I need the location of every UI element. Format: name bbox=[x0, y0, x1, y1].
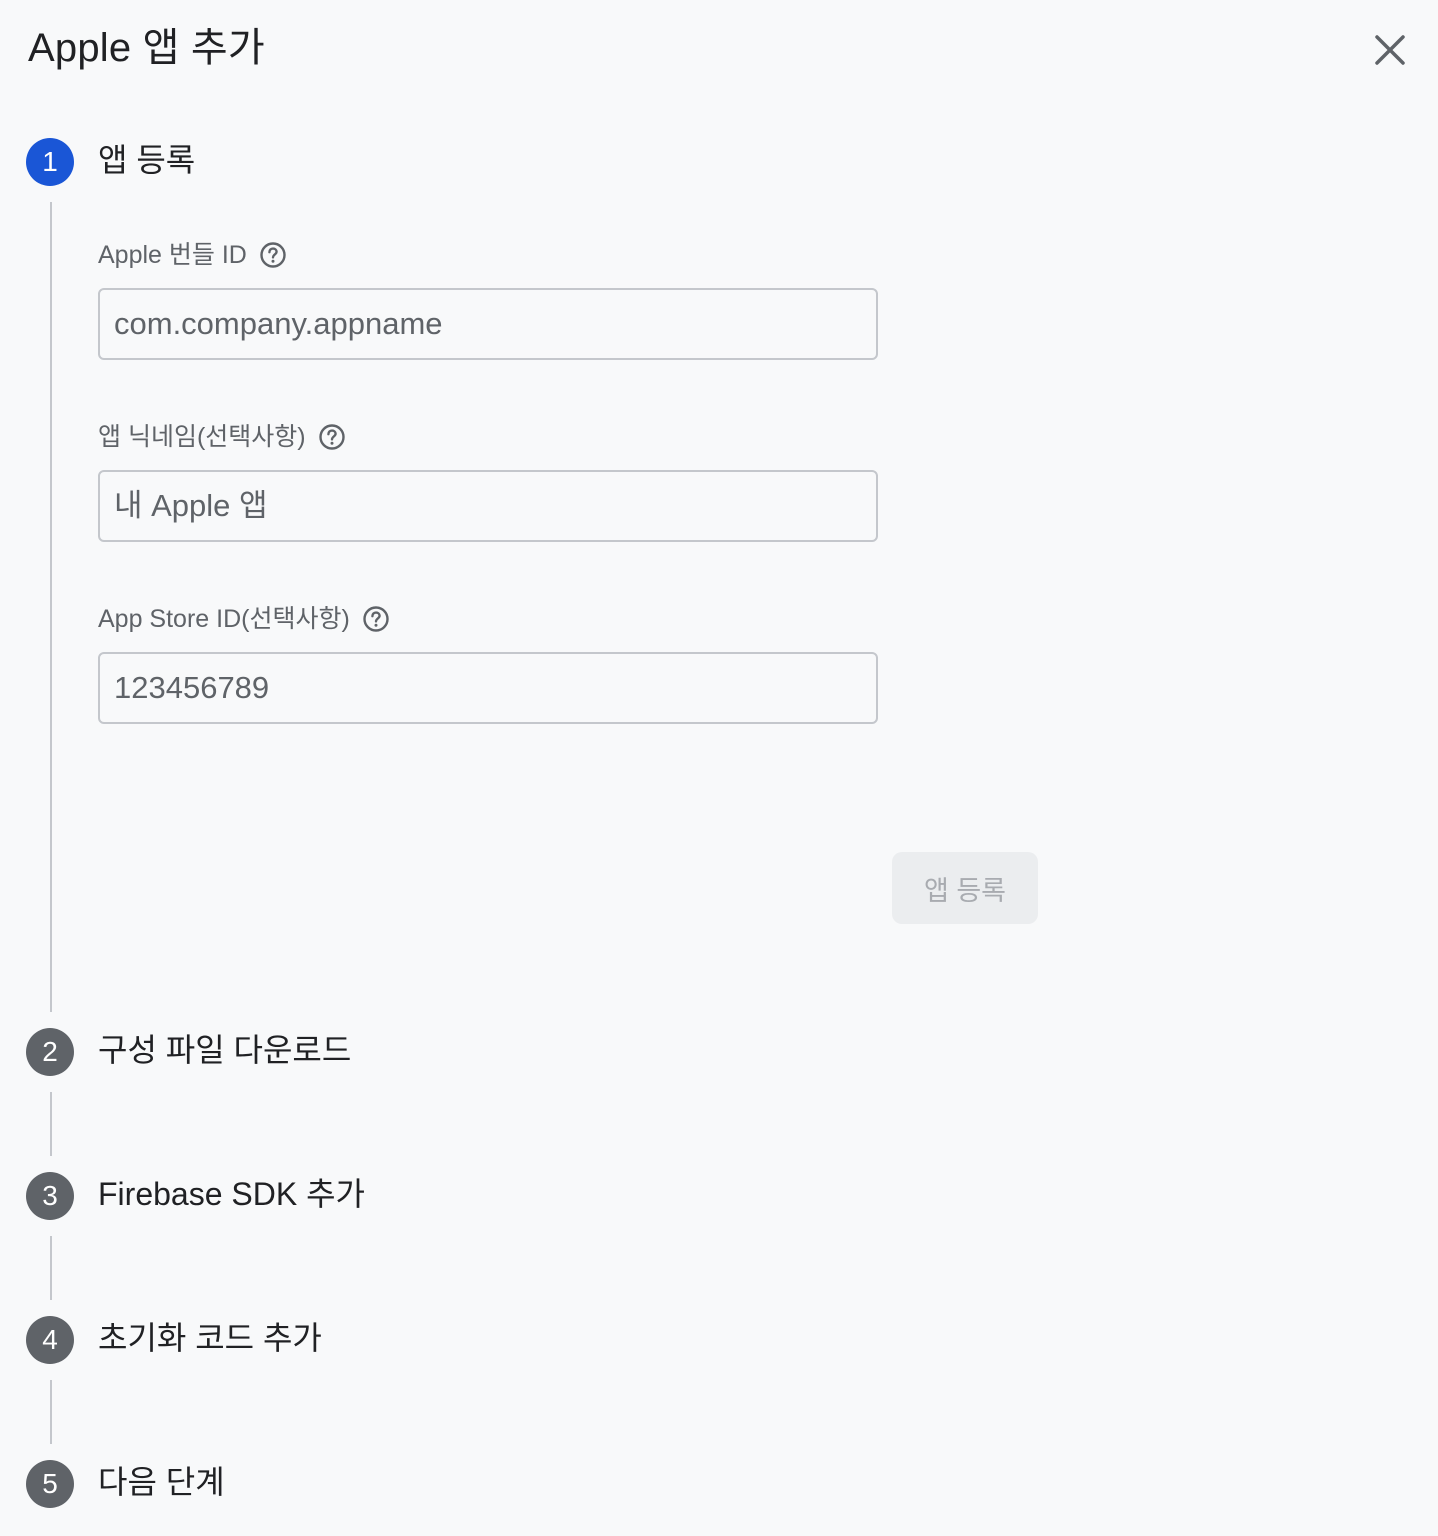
step-connector bbox=[50, 1236, 52, 1300]
step-3-indicator: 3 bbox=[26, 1172, 74, 1220]
app-store-id-label-text: App Store ID(선택사항) bbox=[98, 605, 350, 633]
dialog-title: Apple 앱 추가 bbox=[28, 26, 265, 70]
step-5-label[interactable]: 다음 단계 bbox=[98, 1460, 225, 1504]
help-circle-icon[interactable] bbox=[259, 241, 287, 269]
step-1-indicator: 1 bbox=[26, 138, 74, 186]
app-store-id-label: App Store ID(선택사항) bbox=[98, 602, 390, 636]
step-4-label[interactable]: 초기화 코드 추가 bbox=[98, 1316, 322, 1360]
step-2-indicator: 2 bbox=[26, 1028, 74, 1076]
step-5-indicator: 5 bbox=[26, 1460, 74, 1508]
nickname-label: 앱 닉네임(선택사항) bbox=[98, 420, 346, 454]
help-circle-icon[interactable] bbox=[362, 605, 390, 633]
register-app-button[interactable]: 앱 등록 bbox=[892, 852, 1038, 924]
step-1-label[interactable]: 앱 등록 bbox=[98, 138, 195, 182]
bundle-id-input[interactable] bbox=[98, 288, 878, 360]
step-connector bbox=[50, 202, 52, 1012]
bundle-id-label-text: Apple 번들 ID bbox=[98, 241, 247, 269]
help-circle-icon[interactable] bbox=[318, 423, 346, 451]
step-3-label[interactable]: Firebase SDK 추가 bbox=[98, 1172, 365, 1216]
nickname-label-text: 앱 닉네임(선택사항) bbox=[98, 423, 306, 451]
step-connector bbox=[50, 1092, 52, 1156]
bundle-id-label: Apple 번들 ID bbox=[98, 238, 287, 272]
close-icon bbox=[1375, 35, 1405, 65]
step-4-indicator: 4 bbox=[26, 1316, 74, 1364]
app-store-id-input[interactable] bbox=[98, 652, 878, 724]
nickname-input[interactable] bbox=[98, 470, 878, 542]
step-2-label[interactable]: 구성 파일 다운로드 bbox=[98, 1028, 351, 1072]
step-connector bbox=[50, 1380, 52, 1444]
close-button[interactable] bbox=[1368, 28, 1412, 72]
